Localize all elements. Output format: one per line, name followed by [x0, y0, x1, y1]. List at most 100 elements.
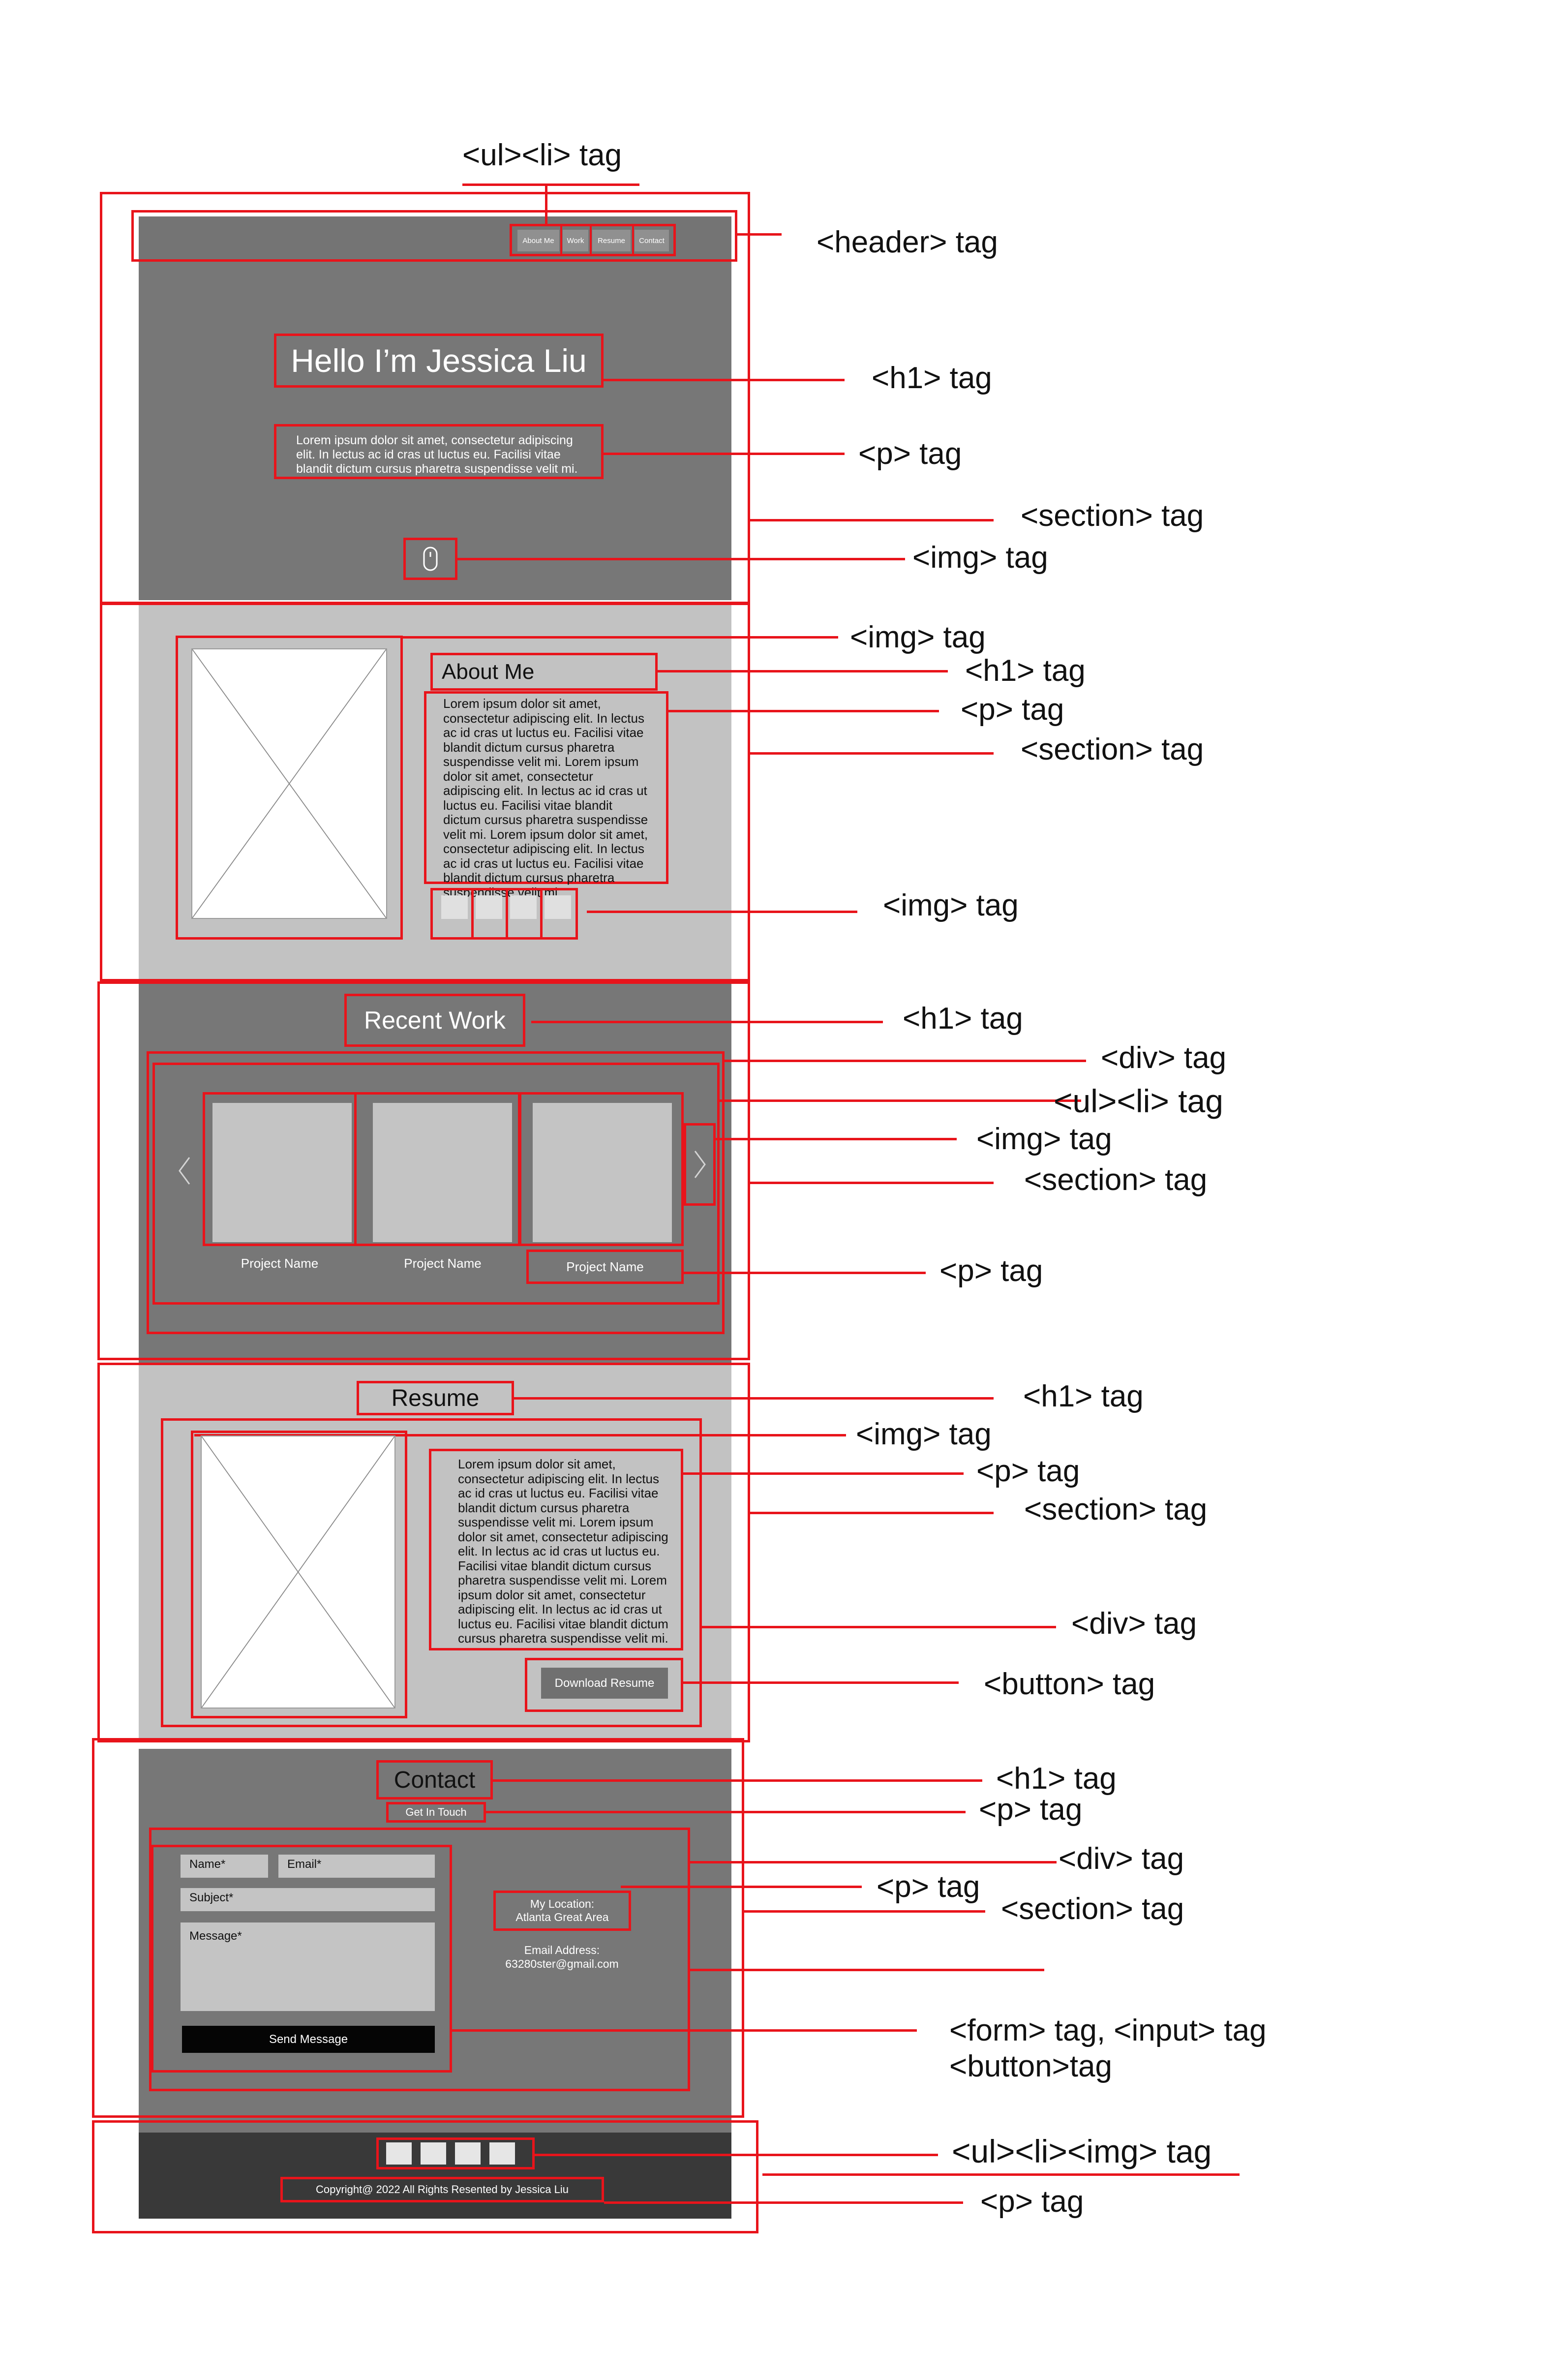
social-icon-4[interactable] — [489, 2142, 515, 2165]
social-icon-2[interactable] — [421, 2142, 446, 2165]
about-icon-1[interactable] — [441, 895, 468, 919]
social-icon-1[interactable] — [386, 2142, 412, 2165]
about-icon-divider-2 — [506, 889, 508, 939]
message-input[interactable]: Message* — [181, 1922, 435, 2011]
about-text-box: Lorem ipsum dolor sit amet, consectetur … — [424, 691, 668, 899]
resume-img-annotation: <img> tag — [856, 1417, 992, 1451]
contact-div-annotation-line — [690, 1861, 1057, 1863]
scroll-icon-box[interactable] — [403, 538, 457, 580]
footer-icons-annotation-line — [535, 2154, 938, 2156]
about-section-annotation-line — [750, 752, 994, 755]
location-box: My Location: Atlanta Great Area — [493, 1891, 631, 1931]
hero-title-annotation-line — [604, 379, 845, 381]
resume-section-annotation-line — [750, 1512, 994, 1514]
about-title-box: About Me — [430, 653, 658, 691]
about-placeholder-image — [191, 648, 387, 919]
name-input[interactable]: Name* — [181, 1855, 268, 1878]
header-annotation: <header> tag — [817, 225, 998, 259]
hero-text: Lorem ipsum dolor sit amet, consectetur … — [296, 433, 578, 476]
about-title: About Me — [442, 659, 535, 684]
copyright-annotation: <p> tag — [980, 2185, 1084, 2219]
email-label: Email Address: — [524, 1944, 600, 1956]
resume-text-box: Lorem ipsum dolor sit amet, consectetur … — [429, 1449, 683, 1650]
about-text-annotation-line — [668, 710, 939, 712]
copyright-text: Copyright@ 2022 All Rights Resented by J… — [316, 2183, 569, 2196]
hero-img-annotation-line — [457, 558, 905, 560]
resume-text-annotation: <p> tag — [976, 1454, 1080, 1488]
about-img-annotation-line — [403, 636, 838, 639]
hero-text-annotation-line — [604, 453, 845, 455]
project-name-3-box: Project Name — [526, 1250, 684, 1284]
resume-text-annotation-line — [683, 1472, 964, 1475]
project-name-2: Project Name — [404, 1256, 482, 1271]
contact-subtitle-box: Get In Touch — [386, 1802, 486, 1823]
contact-subtitle: Get In Touch — [405, 1806, 467, 1818]
location-value: Atlanta Great Area — [515, 1911, 609, 1923]
contact-section-annotation: <section> tag — [1001, 1892, 1184, 1926]
location-annotation: <p> tag — [877, 1870, 980, 1904]
footer-annotation-underline — [762, 2173, 1240, 2176]
resume-title-annotation-line — [514, 1397, 994, 1400]
mouse-scroll-icon — [423, 547, 438, 571]
send-message-button[interactable]: Send Message — [182, 2026, 435, 2053]
contact-title-annotation: <h1> tag — [996, 1762, 1117, 1796]
hero-img-annotation: <img> tag — [912, 541, 1048, 575]
nav-list-annotation: <ul><li> tag — [462, 138, 622, 172]
about-title-annotation-line — [658, 670, 948, 672]
work-section-annotation-line — [750, 1182, 994, 1184]
download-resume-label: Download Resume — [554, 1676, 655, 1690]
work-list-annotation-line — [720, 1099, 1081, 1102]
work-list-annotation: <ul><li> tag — [1054, 1083, 1223, 1119]
email-input[interactable]: Email* — [278, 1855, 435, 1878]
resume-button-annotation: <button> tag — [984, 1667, 1155, 1701]
copyright-box: Copyright@ 2022 All Rights Resented by J… — [280, 2177, 604, 2202]
download-resume-button[interactable]: Download Resume — [541, 1668, 668, 1699]
social-icon-3[interactable] — [455, 2142, 481, 2165]
hero-text-box: Lorem ipsum dolor sit amet, consectetur … — [274, 424, 604, 479]
resume-title-annotation: <h1> tag — [1023, 1379, 1144, 1413]
about-text: Lorem ipsum dolor sit amet, consectetur … — [443, 696, 648, 900]
carousel-next-box[interactable] — [684, 1123, 716, 1206]
project-image-3 — [533, 1103, 672, 1242]
email-value: 63280ster@gmail.com — [505, 1957, 619, 1970]
location-label: My Location: — [530, 1897, 595, 1910]
hero-section-annotation: <section> tag — [1021, 499, 1204, 533]
contact-subtitle-annotation: <p> tag — [979, 1793, 1083, 1827]
work-section-annotation: <section> tag — [1024, 1163, 1208, 1197]
contact-title-box: Contact — [376, 1760, 493, 1800]
project-image-2 — [373, 1103, 512, 1242]
about-title-annotation: <h1> tag — [965, 654, 1086, 688]
nav-annotation-hline — [462, 183, 639, 186]
footer-icons-annotation: <ul><li><img> tag — [952, 2133, 1212, 2169]
contact-subtitle-annotation-line — [486, 1811, 966, 1813]
contact-title-annotation-line — [493, 1779, 982, 1782]
resume-button-annotation-line — [683, 1681, 959, 1684]
work-title-annotation-line — [531, 1021, 883, 1023]
hero-title-box: Hello I’m Jessica Liu — [274, 334, 604, 388]
carousel-next-icon — [694, 1151, 706, 1178]
about-icon-2[interactable] — [476, 895, 502, 919]
resume-title: Resume — [391, 1385, 480, 1411]
about-icons-annotation-line — [587, 911, 857, 913]
work-div-annotation-line — [725, 1060, 1086, 1062]
resume-div-annotation: <div> tag — [1071, 1607, 1197, 1641]
about-icon-4[interactable] — [545, 895, 571, 919]
work-p-annotation: <p> tag — [939, 1254, 1043, 1288]
work-title: Recent Work — [363, 1007, 506, 1034]
resume-title-box: Resume — [357, 1381, 514, 1415]
about-icons-annotation: <img> tag — [883, 888, 1019, 922]
about-text-annotation: <p> tag — [961, 693, 1064, 727]
subject-input[interactable]: Subject* — [181, 1888, 435, 1911]
resume-section-annotation: <section> tag — [1024, 1493, 1208, 1526]
carousel-prev-icon[interactable] — [175, 1154, 194, 1188]
contact-extra-line — [690, 1969, 1044, 1971]
about-section-annotation: <section> tag — [1021, 732, 1204, 766]
work-img-annotation: <img> tag — [976, 1122, 1112, 1156]
about-icon-3[interactable] — [510, 895, 537, 919]
work-title-box: Recent Work — [344, 994, 525, 1047]
about-icon-divider-3 — [540, 889, 543, 939]
email-block: Email Address: 63280ster@gmail.com — [477, 1943, 647, 1971]
hero-title: Hello I’m Jessica Liu — [291, 342, 587, 379]
project-image-1 — [212, 1103, 352, 1242]
hero-section-annotation-line — [750, 519, 994, 521]
